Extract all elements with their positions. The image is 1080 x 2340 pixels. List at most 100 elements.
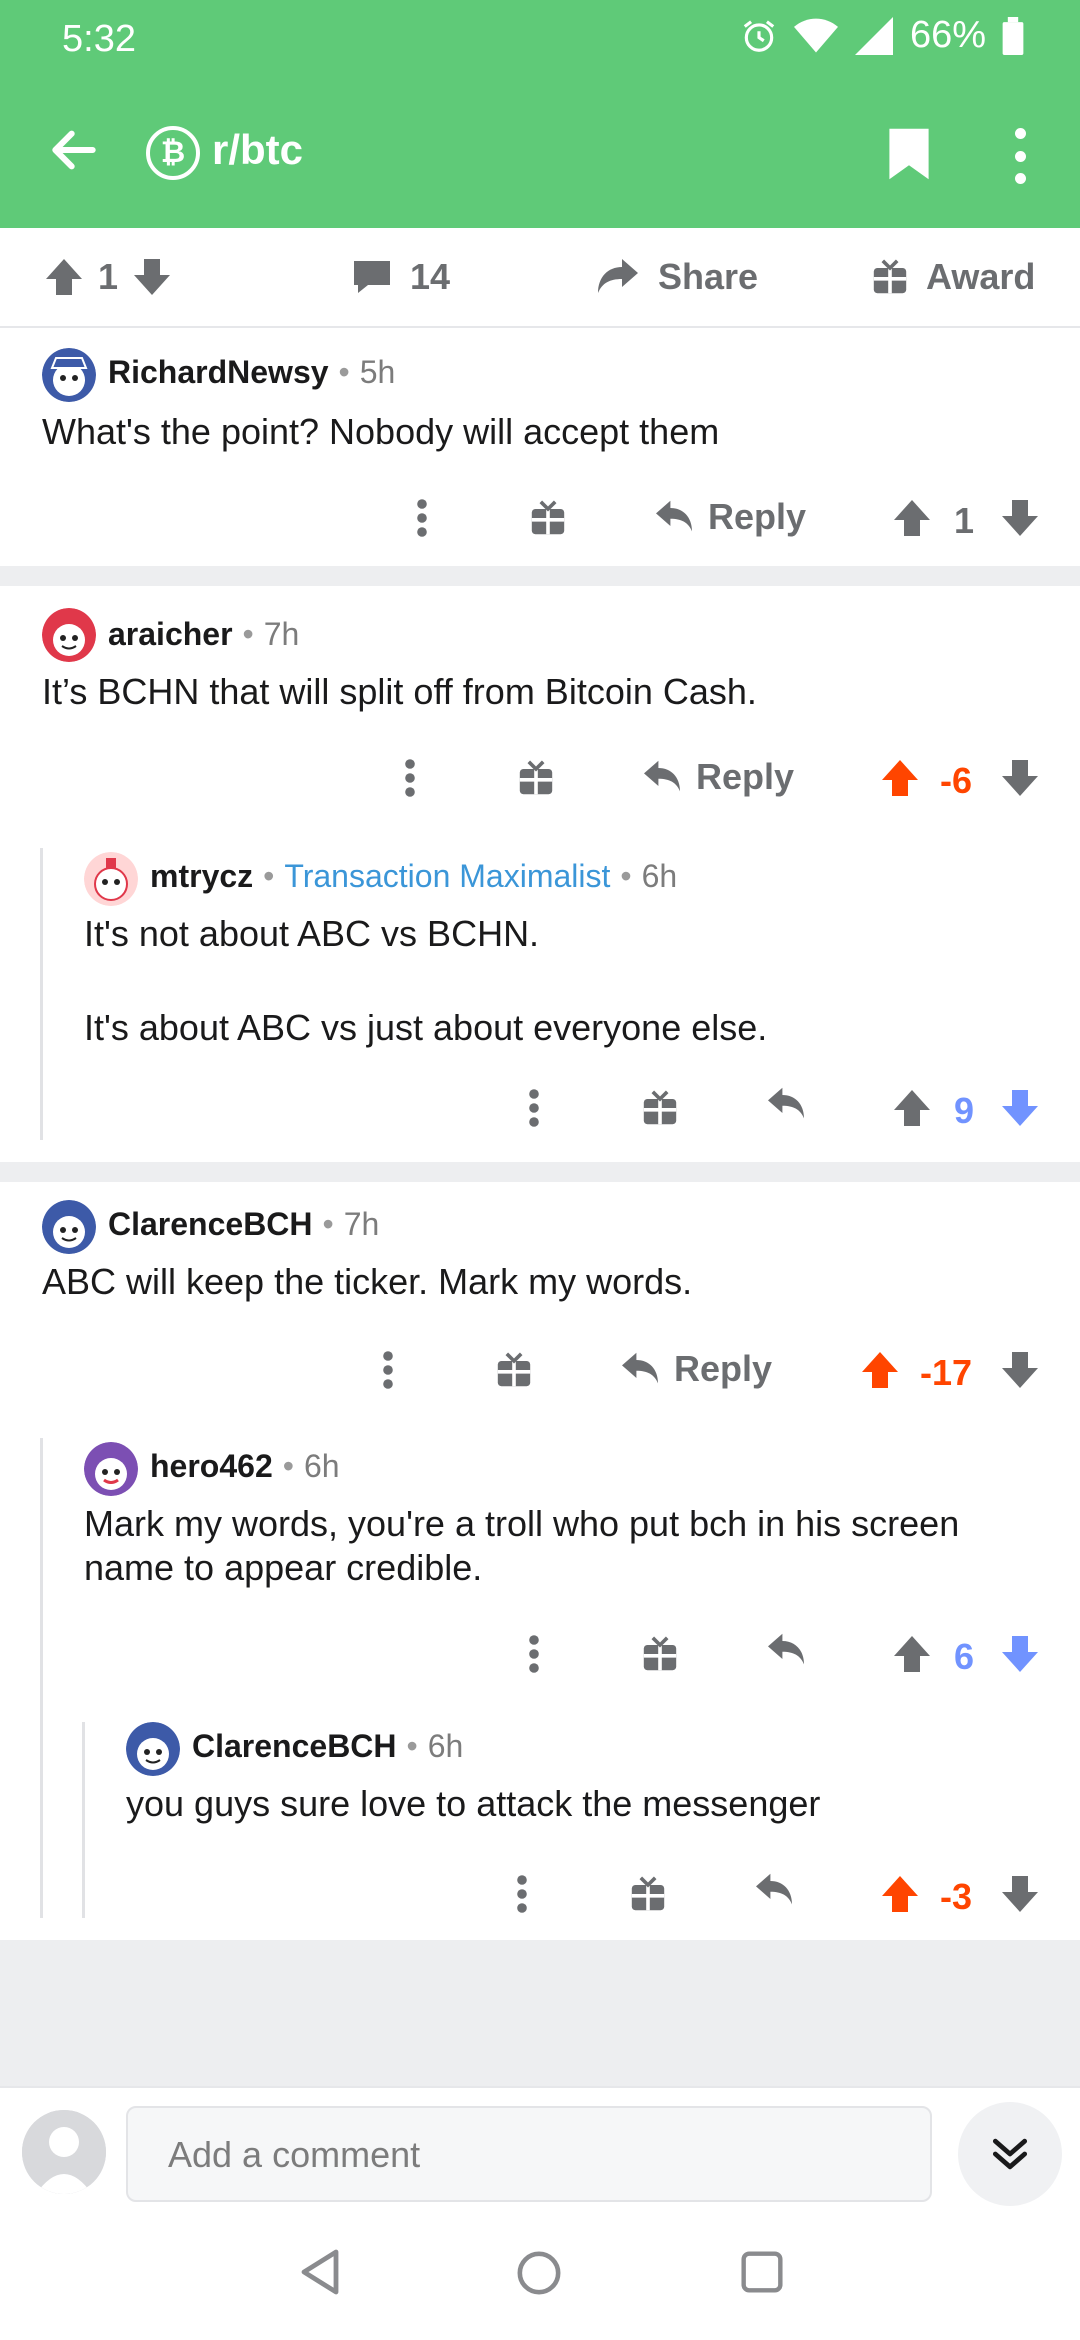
add-comment-input[interactable]: Add a comment bbox=[126, 2106, 932, 2202]
more-options-icon[interactable] bbox=[404, 758, 416, 798]
username[interactable]: araicher bbox=[108, 616, 233, 653]
comment-actions: Reply -6 bbox=[0, 750, 1080, 810]
award-button[interactable]: Award bbox=[872, 256, 1035, 298]
comment-body-line: It's not about ABC vs BCHN. bbox=[84, 913, 540, 954]
back-arrow-icon[interactable] bbox=[46, 122, 102, 178]
comment-actions: Reply -17 bbox=[0, 1342, 1080, 1402]
reply-arrow-icon[interactable] bbox=[754, 1872, 794, 1908]
reply-arrow-icon bbox=[622, 1352, 658, 1384]
post-vote-group: 1 bbox=[44, 256, 172, 298]
gift-icon[interactable] bbox=[642, 1636, 678, 1672]
downvote-arrow-icon[interactable] bbox=[1000, 758, 1040, 798]
reply-arrow-icon bbox=[644, 760, 680, 792]
username[interactable]: RichardNewsy bbox=[108, 354, 329, 391]
award-label: Award bbox=[926, 256, 1036, 297]
comment-actions: Reply 1 bbox=[0, 490, 1080, 550]
comment: ClarenceBCH • 7h ABC will keep the ticke… bbox=[0, 1182, 1080, 1940]
downvote-arrow-icon[interactable] bbox=[1000, 1350, 1040, 1390]
post-score: 1 bbox=[98, 256, 119, 297]
comment-composer: Add a comment bbox=[0, 2086, 1080, 2214]
avatar[interactable] bbox=[84, 1442, 138, 1496]
user-avatar[interactable] bbox=[22, 2110, 106, 2194]
comment: RichardNewsy • 5h What's the point? Nobo… bbox=[0, 330, 1080, 566]
avatar[interactable] bbox=[84, 852, 138, 906]
reply-arrow-icon[interactable] bbox=[766, 1086, 806, 1122]
avatar[interactable] bbox=[42, 608, 96, 662]
upvote-arrow-icon[interactable] bbox=[892, 498, 932, 538]
comment-body: ABC will keep the ticker. Mark my words. bbox=[42, 1261, 693, 1302]
downvote-arrow-icon[interactable] bbox=[1000, 1634, 1040, 1674]
comment-meta: ClarenceBCH • 6h bbox=[192, 1728, 464, 1765]
wifi-icon bbox=[793, 18, 838, 52]
comment-body: you guys sure love to attack the messeng… bbox=[126, 1783, 821, 1824]
share-button[interactable]: Share bbox=[596, 256, 758, 298]
comment-body-line: name to appear credible. bbox=[84, 1547, 483, 1588]
comment-actions: 9 bbox=[0, 1080, 1080, 1140]
gift-icon[interactable] bbox=[630, 1876, 666, 1912]
upvote-arrow-icon[interactable] bbox=[880, 1874, 920, 1914]
upvote-arrow-icon[interactable] bbox=[892, 1088, 932, 1128]
nav-recents-icon[interactable] bbox=[740, 2250, 784, 2294]
upvote-arrow-icon[interactable] bbox=[892, 1634, 932, 1674]
comment-score: -3 bbox=[940, 1876, 973, 1917]
comment-meta: ClarenceBCH • 7h bbox=[108, 1206, 380, 1243]
comment-actions: 6 bbox=[0, 1626, 1080, 1686]
comment-meta: araicher • 7h bbox=[108, 616, 300, 653]
comment-score: -17 bbox=[920, 1352, 973, 1393]
reply-label: Reply bbox=[696, 756, 795, 797]
collapse-threads-button[interactable] bbox=[958, 2102, 1062, 2206]
comment-body: What's the point? Nobody will accept the… bbox=[42, 411, 720, 452]
reply-arrow-icon[interactable] bbox=[766, 1632, 806, 1668]
gift-icon[interactable] bbox=[642, 1090, 678, 1126]
post-action-bar: 1 14 Share Award bbox=[0, 228, 1080, 328]
more-options-icon[interactable] bbox=[416, 498, 428, 538]
more-options-icon[interactable] bbox=[516, 1874, 528, 1914]
more-options-icon[interactable] bbox=[528, 1634, 540, 1674]
reply-button[interactable]: Reply bbox=[654, 496, 806, 538]
avatar[interactable] bbox=[126, 1722, 180, 1776]
gift-icon[interactable] bbox=[518, 760, 554, 796]
bitcoin-icon: ₿ bbox=[146, 126, 200, 180]
alarm-icon bbox=[743, 19, 775, 52]
gift-icon[interactable] bbox=[530, 500, 566, 536]
subreddit-name[interactable]: r/btc bbox=[212, 126, 303, 174]
reply-button[interactable]: Reply bbox=[642, 756, 794, 798]
downvote-arrow-icon[interactable] bbox=[1000, 498, 1040, 538]
user-flair: Transaction Maximalist bbox=[284, 858, 611, 894]
overflow-menu-icon[interactable] bbox=[1010, 128, 1030, 184]
bookmark-icon[interactable] bbox=[886, 126, 932, 182]
gift-icon bbox=[873, 259, 907, 294]
comment-body-line: Mark my words, you're a troll who put bc… bbox=[84, 1503, 960, 1544]
comment-body-line: It's about ABC vs just about everyone el… bbox=[84, 1007, 768, 1048]
comment-actions: -3 bbox=[0, 1866, 1080, 1926]
comment-bubble-icon bbox=[354, 261, 390, 293]
top-bar: 5:32 66% ₿ r/btc bbox=[0, 0, 1080, 228]
reply-label: Reply bbox=[674, 1348, 773, 1389]
timestamp: 5h bbox=[359, 354, 396, 390]
status-bar: 5:32 66% bbox=[0, 0, 1080, 80]
nav-home-icon[interactable] bbox=[516, 2250, 562, 2296]
battery-icon bbox=[1002, 16, 1024, 55]
username[interactable]: mtrycz bbox=[150, 858, 253, 895]
more-options-icon[interactable] bbox=[528, 1088, 540, 1128]
downvote-arrow-icon[interactable] bbox=[1000, 1088, 1040, 1128]
upvote-arrow-icon[interactable] bbox=[44, 257, 84, 297]
upvote-arrow-icon[interactable] bbox=[880, 758, 920, 798]
comment-meta: hero462 • 6h bbox=[150, 1448, 340, 1485]
avatar[interactable] bbox=[42, 348, 96, 402]
downvote-arrow-icon[interactable] bbox=[132, 257, 172, 297]
username[interactable]: hero462 bbox=[150, 1448, 273, 1485]
comment-meta: RichardNewsy • 5h bbox=[108, 354, 396, 391]
username[interactable]: ClarenceBCH bbox=[108, 1206, 313, 1243]
upvote-arrow-icon[interactable] bbox=[860, 1350, 900, 1390]
downvote-arrow-icon[interactable] bbox=[1000, 1874, 1040, 1914]
avatar[interactable] bbox=[42, 1200, 96, 1254]
reply-button[interactable]: Reply bbox=[620, 1348, 772, 1390]
comment-score: 6 bbox=[954, 1636, 975, 1677]
comments-count-button[interactable]: 14 bbox=[352, 256, 450, 298]
more-options-icon[interactable] bbox=[382, 1350, 394, 1390]
gift-icon[interactable] bbox=[496, 1352, 532, 1388]
timestamp: 7h bbox=[263, 616, 300, 652]
username[interactable]: ClarenceBCH bbox=[192, 1728, 397, 1765]
nav-back-icon[interactable] bbox=[298, 2248, 342, 2296]
